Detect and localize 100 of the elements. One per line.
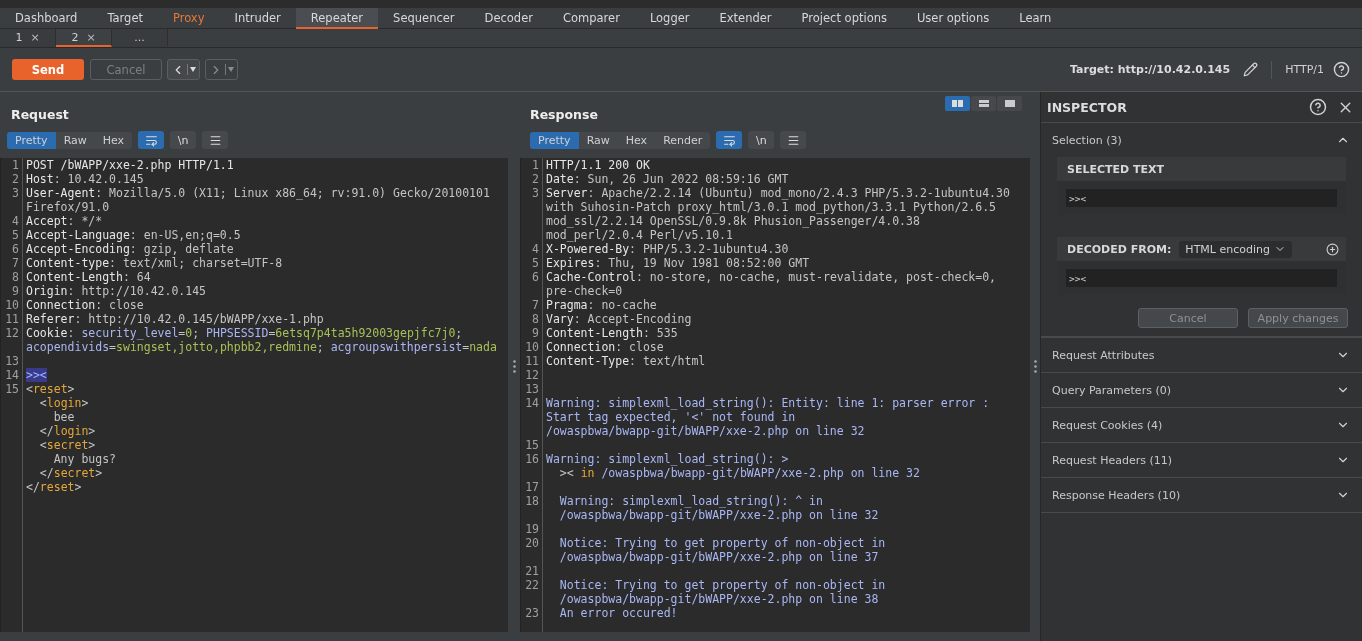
decoded-text-field[interactable]: >>< — [1066, 269, 1337, 287]
line-number: 9 — [1, 284, 23, 298]
selected-text-field[interactable]: >>< — [1066, 189, 1337, 207]
menu-tab[interactable]: Repeater — [295, 8, 379, 29]
menu-tab[interactable]: Target — [92, 8, 158, 29]
view-tab[interactable]: Hex — [94, 131, 133, 149]
menu-button[interactable] — [202, 131, 229, 149]
encoding-dropdown[interactable]: HTML encoding — [1179, 240, 1292, 258]
line-number: 9 — [521, 326, 543, 340]
line-number: 14 — [521, 396, 543, 410]
line-number: 6 — [1, 242, 23, 256]
line-number: 2 — [521, 172, 543, 186]
code-line: Start tag expected, '<' not found in — [545, 410, 796, 424]
menu-tab[interactable]: Project options — [786, 8, 902, 29]
section-header[interactable]: Request Attributes — [1041, 338, 1362, 372]
line-number: 10 — [1, 298, 23, 312]
code-line: Warning: simplexml_load_string(): > — [545, 452, 789, 466]
menu-tab[interactable]: Dashboard — [0, 8, 93, 29]
protocol-label[interactable]: HTTP/1 — [1285, 63, 1324, 76]
code-line: Content-Length: 535 — [545, 326, 678, 340]
code-line: acopendivids=swingset,jotto,phpbb2,redmine; acgroupswithpersist=nada — [25, 340, 497, 354]
line-number: 2 — [1, 172, 23, 186]
section-header[interactable]: Selection (3) — [1041, 123, 1362, 157]
line-number: 18 — [521, 494, 543, 508]
section-header[interactable]: Query Parameters (0) — [1041, 373, 1362, 407]
line-number: 3 — [1, 186, 23, 200]
code-line: <reset> — [25, 382, 75, 396]
line-number: 1 — [1, 158, 23, 172]
code-editor[interactable] — [0, 158, 508, 632]
code-line: Origin: http://10.42.0.145 — [25, 284, 207, 298]
back-button[interactable] — [167, 59, 200, 80]
menu-tab[interactable]: Proxy — [158, 8, 220, 29]
menu-tab[interactable]: Sequencer — [378, 8, 470, 29]
code-line: Host: 10.42.0.145 — [25, 172, 144, 186]
code-line: Pragma: no-cache — [545, 298, 657, 312]
menu-button[interactable] — [780, 131, 807, 149]
menu-tab[interactable]: Decoder — [469, 8, 548, 29]
code-line: Cache-Control: no-store, no-cache, must-revalidate, post-check=0, — [545, 270, 997, 284]
newline-button[interactable]: \n — [170, 131, 197, 149]
layout-button[interactable] — [971, 96, 996, 111]
menu-tab[interactable]: Extender — [704, 8, 787, 29]
view-tab[interactable]: Raw — [578, 131, 618, 149]
help-icon[interactable] — [1309, 98, 1327, 116]
repeater-tab[interactable]: 2 × — [56, 29, 112, 47]
pencil-icon[interactable] — [1243, 62, 1259, 77]
code-line: Date: Sun, 26 Jun 2022 08:59:16 GMT — [545, 172, 789, 186]
help-icon[interactable] — [1333, 61, 1350, 78]
view-tab[interactable]: Pretty — [7, 131, 56, 149]
line-number: 4 — [521, 242, 543, 256]
section-label: Request Headers (11) — [1052, 453, 1173, 467]
code-line: An error occured! — [558, 606, 678, 620]
wrap-button[interactable] — [138, 131, 165, 149]
drag-handle-icon[interactable] — [1033, 360, 1037, 373]
section-header[interactable]: Request Headers (11) — [1041, 443, 1362, 477]
section-header[interactable]: Request Cookies (4) — [1041, 408, 1362, 442]
code-line: X-Powered-By: PHP/5.3.2-1ubuntu4.30 — [545, 242, 789, 256]
code-line: Any bugs? — [52, 452, 116, 466]
code-line: Firefox/91.0 — [25, 200, 110, 214]
code-line: Notice: Trying to get property of non-object in — [558, 578, 886, 592]
wrap-icon — [722, 133, 736, 147]
menu-tab[interactable]: Logger — [634, 8, 705, 29]
section-label: Request Attributes — [1052, 348, 1155, 362]
code-line: </secret> — [38, 466, 103, 480]
code-line: bee — [52, 410, 75, 424]
line-number: 12 — [1, 326, 23, 340]
view-tab[interactable]: Pretty — [530, 131, 579, 149]
line-number: 4 — [1, 214, 23, 228]
close-icon[interactable]: × — [86, 30, 96, 44]
code-line: mod_ssl/2.2.14 OpenSSL/0.9.8k Phusion_Passenger/4.0.38 — [545, 214, 920, 228]
layout-button[interactable] — [945, 96, 970, 111]
view-tab[interactable]: Hex — [617, 131, 656, 149]
code-line: Notice: Trying to get property of non-object in — [558, 536, 886, 550]
section-header[interactable]: Response Headers (10) — [1041, 478, 1362, 512]
code-line: Content-type: text/xml; charset=UTF-8 — [25, 256, 283, 270]
newline-button[interactable]: \n — [748, 131, 775, 149]
rows-icon — [978, 100, 989, 107]
menu-tab[interactable]: Intruder — [219, 8, 296, 29]
menu-tab[interactable]: Comparer — [547, 8, 635, 29]
add-icon[interactable] — [1326, 242, 1339, 256]
code-line: Content-Type: text/html — [545, 354, 706, 368]
code-line: Referer: http://10.42.0.145/bWAPP/xxe-1.php — [25, 312, 324, 326]
menu-icon — [208, 133, 222, 147]
line-number: 16 — [521, 452, 543, 466]
menu-tab[interactable]: Learn — [1004, 8, 1067, 29]
line-number: 5 — [1, 228, 23, 242]
drag-handle-icon[interactable] — [512, 360, 516, 373]
code-line: </login> — [38, 424, 96, 438]
code-editor[interactable] — [520, 158, 1030, 632]
code-line: POST /bWAPP/xxe-2.php HTTP/1.1 — [25, 158, 234, 172]
tab-label: 1 — [15, 30, 23, 44]
code-line: /owaspbwa/bwapp-git/bWAPP/xxe-2.php on line 32 — [545, 424, 865, 438]
code-line: pre-check=0 — [545, 284, 623, 298]
close-icon[interactable]: × — [30, 30, 40, 44]
code-line: Accept-Language: en-US,en;q=0.5 — [25, 228, 241, 242]
wrap-button[interactable] — [716, 131, 743, 149]
line-number: 15 — [521, 438, 543, 452]
view-tab[interactable]: Render — [655, 131, 711, 149]
menu-tab[interactable]: User options — [901, 8, 1005, 29]
view-tab[interactable]: Raw — [55, 131, 95, 149]
layout-button[interactable] — [997, 96, 1022, 111]
